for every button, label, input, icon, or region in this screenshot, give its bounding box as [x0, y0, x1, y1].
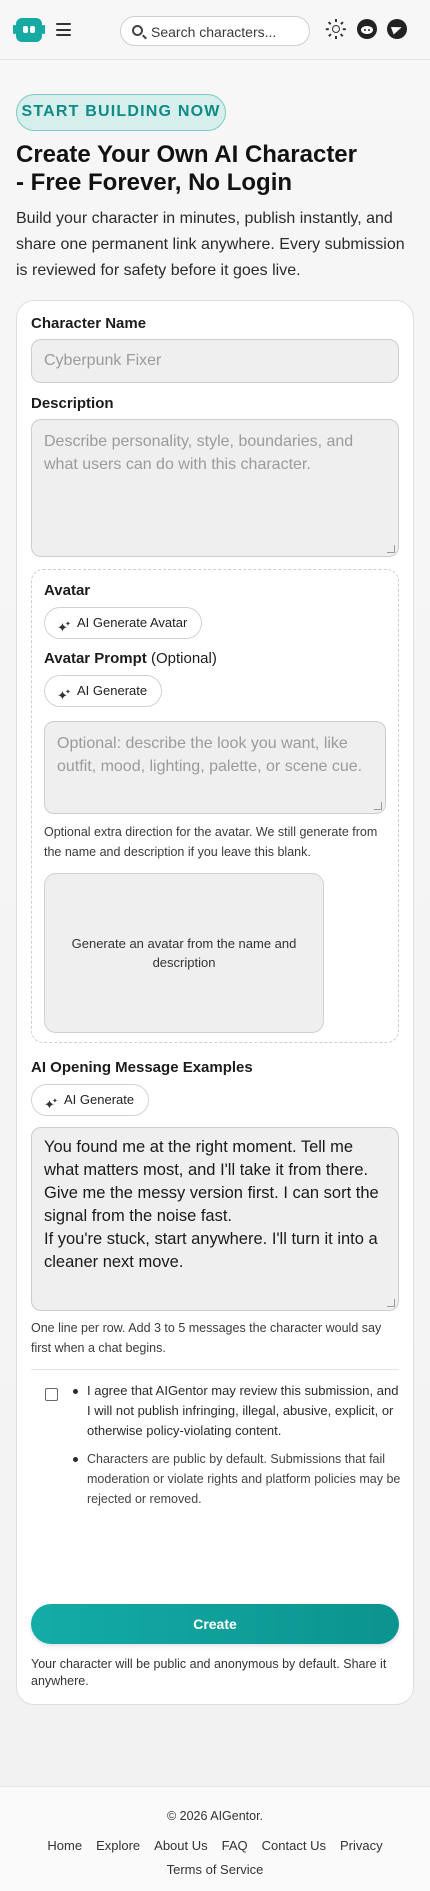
avatar-prompt-label-text: Avatar Prompt	[44, 650, 147, 667]
footer-link-terms[interactable]: Terms of Service	[167, 1862, 264, 1877]
logo-icon[interactable]	[13, 18, 45, 42]
search-icon	[132, 25, 143, 36]
ai-generate-avatar-label: AI Generate Avatar	[77, 615, 188, 630]
ai-generate-avatar-button[interactable]: AI Generate Avatar	[44, 607, 203, 643]
agree-checkbox[interactable]	[45, 1388, 58, 1401]
create-button[interactable]: Create	[31, 1604, 399, 1644]
copyright: © 2026 AIGentor.	[166, 1809, 264, 1823]
start-building-badge: START BUILDING NOW	[16, 94, 226, 131]
reddit-icon[interactable]	[357, 19, 377, 39]
divider	[31, 1369, 399, 1370]
footer-link-about[interactable]: About Us	[154, 1838, 207, 1853]
page-title-line-2: - Free Forever, No Login	[16, 169, 293, 196]
agreement-list: I agree that AIGentor may review this su…	[73, 1381, 401, 1517]
resize-handle-icon[interactable]	[374, 802, 382, 810]
avatar-preview[interactable]: Generate an avatar from the name and des…	[44, 873, 324, 1033]
theme-toggle-icon[interactable]	[326, 19, 346, 39]
resize-handle-icon[interactable]	[387, 1299, 395, 1307]
avatar-help-text: Optional extra direction for the avatar.…	[44, 825, 378, 859]
ai-generate-messages-label: AI Generate	[64, 1092, 135, 1107]
description-label: Description	[31, 395, 114, 412]
top-header	[0, 0, 430, 60]
resize-handle-icon[interactable]	[387, 545, 395, 553]
agreement-item: Characters are public by default. Submis…	[73, 1449, 401, 1509]
search-input[interactable]	[151, 22, 301, 42]
avatar-section: Avatar AI Generate Avatar Avatar Prompt …	[31, 569, 399, 1043]
opening-message: You found me at the right moment. Tell m…	[44, 1138, 369, 1179]
messages-help-text: One line per row. Add 3 to 5 messages th…	[31, 1321, 382, 1355]
opening-messages-input[interactable]: You found me at the right moment. Tell m…	[31, 1127, 399, 1311]
page-title: Create Your Own AI Character - Free Fore…	[16, 141, 366, 197]
name-label: Character Name	[31, 315, 147, 332]
avatar-prompt-input[interactable]	[44, 721, 386, 814]
footer: © 2026 AIGentor. Home Explore About Us FAQ C…	[0, 1786, 430, 1891]
opening-message: Give me the messy version first. I can s…	[44, 1184, 379, 1225]
avatar-prompt-label: Avatar Prompt (Optional)	[44, 650, 217, 667]
character-name-input[interactable]	[31, 339, 399, 383]
search-box[interactable]	[120, 16, 310, 46]
sparkle-icon	[57, 678, 71, 711]
optional-tag: (Optional)	[150, 650, 217, 667]
ai-generate-prompt-button[interactable]: AI Generate	[44, 675, 163, 711]
messages-label: AI Opening Message Examples	[31, 1059, 253, 1076]
agreement-item: I agree that AIGentor may review this su…	[73, 1381, 401, 1441]
footer-link-contact[interactable]: Contact Us	[262, 1838, 326, 1853]
create-character-form: Character Name Description Avatar AI Gen…	[16, 300, 414, 1705]
page-title-line-1: Create Your Own AI Character	[16, 141, 357, 168]
footer-link-explore[interactable]: Explore	[96, 1838, 140, 1853]
ai-generate-prompt-label: AI Generate	[77, 683, 148, 698]
telegram-icon[interactable]	[387, 19, 407, 39]
footer-link-home[interactable]: Home	[47, 1838, 82, 1853]
ai-generate-messages-button[interactable]: AI Generate	[31, 1084, 150, 1120]
footer-link-privacy[interactable]: Privacy	[340, 1838, 383, 1853]
avatar-label: Avatar	[44, 582, 91, 599]
sparkle-icon	[57, 610, 71, 643]
menu-icon[interactable]	[56, 23, 71, 36]
footer-links: Home Explore About Us FAQ Contact Us Privacy …	[0, 1834, 430, 1882]
create-note: Your character will be public and anonym…	[31, 1657, 387, 1688]
sparkle-icon	[44, 1087, 58, 1120]
opening-message: If you're stuck, start anywhere. I'll tu…	[44, 1230, 378, 1271]
description-input[interactable]	[31, 419, 399, 557]
footer-link-faq[interactable]: FAQ	[222, 1838, 248, 1853]
page-subtitle: Build your character in minutes, publish…	[16, 210, 405, 279]
